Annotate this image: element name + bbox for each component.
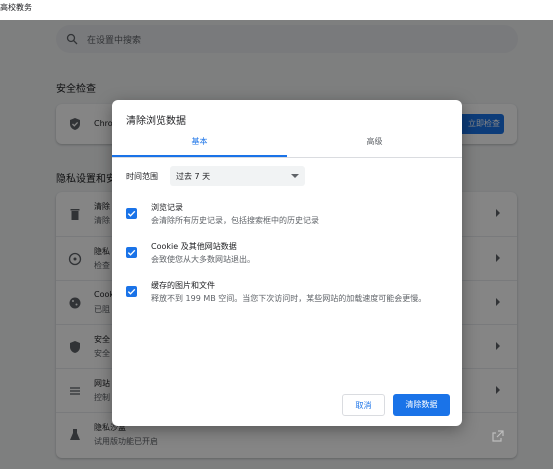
checkbox-browsing-history[interactable] <box>126 208 137 219</box>
checkbox-cookies[interactable] <box>126 247 137 258</box>
option-desc: 会致使您从大多数网站退出。 <box>151 255 255 264</box>
option-title: 缓存的图片和文件 <box>151 281 215 290</box>
external-link-icon[interactable] <box>492 430 504 442</box>
option-desc: 会清除所有历史记录，包括搜索框中的历史记录 <box>151 216 319 225</box>
option-title: 浏览记录 <box>151 203 183 212</box>
dropdown-arrow-icon <box>291 174 299 178</box>
option-title: Cookie 及其他网站数据 <box>151 242 237 251</box>
tab-basic[interactable]: 基本 <box>112 134 287 156</box>
window-title: 高校教务 <box>0 3 32 12</box>
checkbox-cache[interactable] <box>126 286 137 297</box>
cancel-button[interactable]: 取消 <box>342 394 385 416</box>
clear-browsing-data-dialog: 清除浏览数据 基本 高级 时间范围 过去 7 天 浏览记录 会清除所有历史记录，… <box>112 100 462 426</box>
clear-data-button[interactable]: 清除数据 <box>393 394 450 416</box>
window-titlebar: 高校教务 <box>0 0 553 20</box>
time-range-value: 过去 7 天 <box>176 172 211 181</box>
time-range-select[interactable]: 过去 7 天 <box>170 166 305 186</box>
checkmark-icon <box>127 288 136 295</box>
dialog-title: 清除浏览数据 <box>126 116 186 127</box>
option-desc: 释放不到 199 MB 空间。当您下次访问时，某些网站的加载速度可能会更慢。 <box>151 294 427 303</box>
time-range-label: 时间范围 <box>126 172 158 181</box>
tab-advanced[interactable]: 高级 <box>287 134 462 156</box>
checkmark-icon <box>127 210 136 217</box>
checkmark-icon <box>127 249 136 256</box>
tab-divider <box>112 157 462 158</box>
